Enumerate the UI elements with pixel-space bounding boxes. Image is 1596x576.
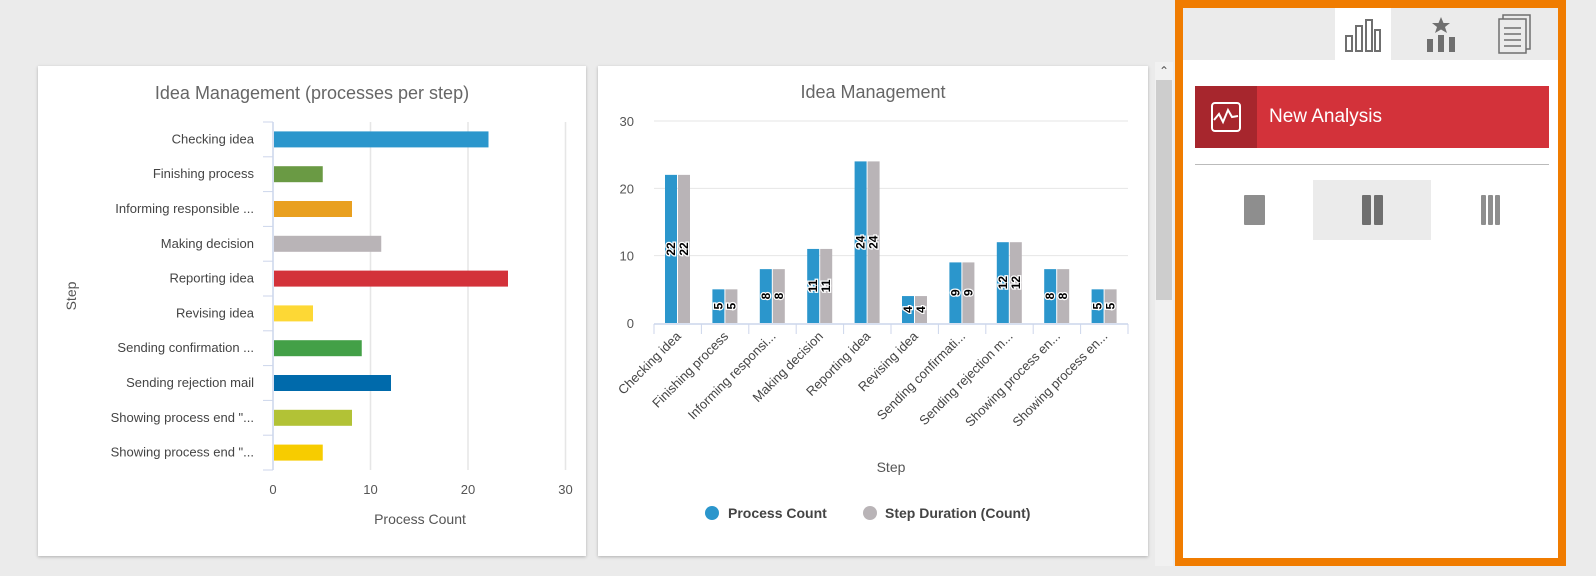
data-label: 8: [772, 292, 786, 299]
bar: [274, 235, 382, 252]
legend-marker: [863, 506, 877, 520]
layout-options: [1195, 180, 1549, 240]
bar-chart-icon: [1345, 19, 1381, 52]
legend-marker: [705, 506, 719, 520]
y-tick-label: Informing responsible ...: [115, 201, 254, 216]
new-analysis-button[interactable]: New Analysis: [1195, 86, 1549, 148]
y-tick-label: Checking idea: [172, 131, 255, 146]
y-tick-label: Finishing process: [153, 166, 255, 181]
data-label: 4: [914, 306, 928, 313]
y-tick-label: Reporting idea: [169, 271, 254, 286]
x-tick-label: 30: [558, 482, 572, 497]
data-label: 12: [1009, 276, 1023, 290]
x-tick-label: Sending rejection m...: [916, 329, 1016, 429]
chart-title: Idea Management: [800, 82, 945, 102]
analysis-chart-icon: [1195, 86, 1257, 148]
data-label: 5: [1091, 303, 1105, 310]
layout-one-column[interactable]: [1195, 180, 1313, 240]
bar: [274, 131, 489, 148]
y-tick-label: 0: [627, 316, 634, 331]
tab-charts[interactable]: [1335, 8, 1391, 60]
data-label: 5: [1104, 303, 1118, 310]
y-tick-label: 10: [620, 249, 634, 264]
legend-item: Step Duration (Count): [885, 505, 1030, 521]
x-tick-label: Informing responsi...: [685, 329, 779, 423]
data-label: 24: [854, 235, 868, 249]
grouped-column-chart: Idea Management010203022 22Checking idea5…: [615, 82, 1129, 521]
scrollbar[interactable]: ⌃: [1155, 62, 1173, 566]
ranking-star-icon: [1427, 17, 1455, 52]
bar: [274, 340, 362, 357]
x-tick-label: 0: [269, 482, 276, 497]
layout-two-columns[interactable]: [1313, 180, 1431, 240]
layout-three-columns[interactable]: [1431, 180, 1549, 240]
data-label: 8: [1056, 292, 1070, 299]
y-tick-label: Making decision: [161, 236, 254, 251]
scroll-thumb[interactable]: [1156, 80, 1172, 300]
data-label: 12: [996, 276, 1010, 290]
data-label: 11: [806, 279, 820, 292]
bar: [274, 409, 352, 426]
divider: [1195, 164, 1549, 165]
data-label: 9: [961, 289, 975, 296]
three-column-icon: [1480, 195, 1500, 225]
new-analysis-label: New Analysis: [1269, 106, 1382, 127]
one-column-icon: [1243, 195, 1265, 225]
y-tick-label: Revising idea: [176, 305, 255, 320]
x-tick-label: 20: [461, 482, 475, 497]
bar: [274, 201, 352, 217]
tab-favorites[interactable]: [1413, 8, 1469, 60]
y-tick-label: Showing process end "...: [111, 445, 254, 460]
bar: [274, 270, 508, 287]
y-tick-label: Showing process end "...: [111, 410, 254, 425]
side-panel: New Analysis: [1175, 0, 1566, 566]
x-tick-label: Showing process en...: [1009, 329, 1110, 430]
legend-item: Process Count: [728, 505, 827, 521]
y-tick-label: 20: [620, 181, 634, 196]
data-label: 22: [664, 242, 678, 256]
documents-icon: [1498, 14, 1531, 54]
scroll-up-icon[interactable]: ⌃: [1155, 62, 1173, 80]
bar: [274, 375, 391, 391]
data-label: 9: [948, 289, 962, 296]
data-label: 22: [677, 242, 691, 256]
horizontal-bar-chart: Idea Management (processes per step) 0 10 2…: [63, 83, 573, 527]
data-label: 4: [901, 306, 915, 313]
y-axis-title: Step: [63, 281, 79, 310]
right-chart-card: Idea Management 0 10 20 30 22 22 Checking idea 5…: [598, 66, 1148, 556]
x-axis-title: Process Count: [374, 511, 466, 527]
data-label: 5: [711, 303, 725, 310]
panel-tabs: [1183, 8, 1558, 60]
left-chart-card: Idea Management (processes per step) 0 10 2…: [38, 66, 586, 556]
data-label: 8: [759, 292, 773, 299]
x-axis-title: Step: [877, 459, 906, 475]
y-tick-label: 30: [620, 114, 634, 129]
tab-reports[interactable]: [1487, 8, 1543, 60]
bar: [274, 444, 323, 461]
bar: [274, 305, 313, 322]
x-tick-label: 10: [363, 482, 377, 497]
y-tick-label: Sending rejection mail: [126, 375, 254, 390]
bar: [274, 166, 323, 183]
data-label: 11: [819, 279, 833, 292]
data-label: 5: [724, 303, 738, 310]
data-label: 24: [867, 235, 881, 249]
chart-title: Idea Management (processes per step): [155, 83, 469, 103]
two-column-icon: [1361, 195, 1383, 225]
x-tick-label: Sending confirmati...: [874, 329, 968, 423]
x-tick-label: Showing process en...: [962, 329, 1063, 430]
data-label: 8: [1043, 292, 1057, 299]
y-tick-label: Sending confirmation ...: [117, 340, 254, 355]
